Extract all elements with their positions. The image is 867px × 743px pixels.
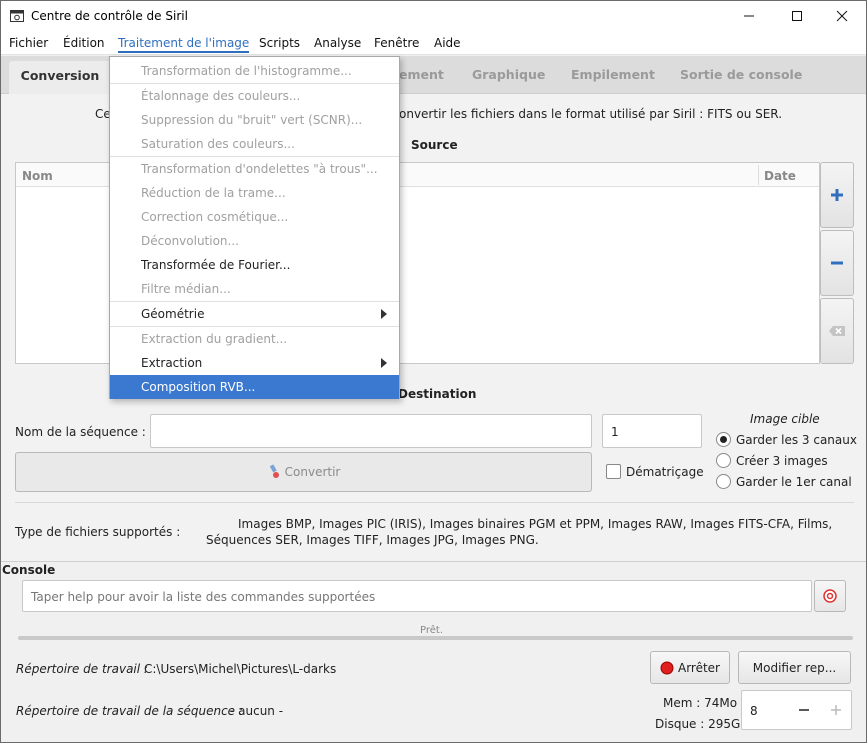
menu-item-deconvolution[interactable]: Déconvolution... xyxy=(110,229,399,253)
menu-item-scnr[interactable]: Suppression du "bruit" vert (SCNR)... xyxy=(110,108,399,132)
menu-fenetre[interactable]: Fenêtre xyxy=(374,36,419,50)
minimize-icon xyxy=(744,15,754,17)
add-files-button[interactable] xyxy=(820,162,854,228)
workdir-value: C:\Users\Michel\Pictures\L-darks xyxy=(144,662,337,676)
command-placeholder: Taper help pour avoir la liste des comma… xyxy=(31,590,376,604)
console-help-button[interactable] xyxy=(814,580,846,612)
menu-item-saturation[interactable]: Saturation des couleurs... xyxy=(110,132,399,156)
radio-keep-3-channels[interactable] xyxy=(716,432,731,447)
lifebuoy-icon xyxy=(823,589,837,603)
start-index-input[interactable]: 1 xyxy=(602,414,702,448)
tab-empilement[interactable]: Empilement xyxy=(571,67,655,82)
console-area: Console Taper help pour avoir la liste d… xyxy=(1,561,866,742)
menu-bar: Fichier Édition Traitement de l'image Sc… xyxy=(1,31,866,55)
column-name-header[interactable]: Nom xyxy=(22,169,53,183)
maximize-button[interactable] xyxy=(774,1,820,31)
modify-dir-button[interactable]: Modifier rep... xyxy=(738,651,851,684)
radio-create-3-images-label: Créer 3 images xyxy=(736,454,828,468)
column-date-header[interactable]: Date xyxy=(764,169,796,183)
disk-usage: Disque : 295G xyxy=(655,717,741,731)
menu-item-extraction[interactable]: Extraction xyxy=(110,351,399,375)
command-input[interactable]: Taper help pour avoir la liste des comma… xyxy=(22,580,812,612)
tab-sortie-console[interactable]: Sortie de console xyxy=(680,67,802,82)
window-title: Centre de contrôle de Siril xyxy=(31,9,188,23)
intro-text-right: onvertir les fichiers dans le format uti… xyxy=(399,107,783,121)
source-title: Source xyxy=(411,138,458,152)
remove-file-button[interactable] xyxy=(820,230,854,296)
target-image-title: Image cible xyxy=(750,412,820,426)
menu-item-wavelets[interactable]: Transformation d'ondelettes "à trous"... xyxy=(110,157,399,181)
maximize-icon xyxy=(792,11,802,21)
menu-item-cosmetic-correction[interactable]: Correction cosmétique... xyxy=(110,205,399,229)
radio-create-3-images[interactable] xyxy=(716,453,731,468)
menu-item-histogram[interactable]: Transformation de l'histogramme... xyxy=(110,59,399,83)
submenu-arrow-icon xyxy=(381,309,387,319)
memory-usage: Mem : 74Mo xyxy=(663,696,738,710)
minus-icon xyxy=(831,261,843,265)
menu-traitement-image[interactable]: Traitement de l'image xyxy=(118,36,250,53)
threads-value: 8 xyxy=(750,704,758,718)
menu-item-median-filter[interactable]: Filtre médian... xyxy=(110,277,399,301)
menu-scripts[interactable]: Scripts xyxy=(259,36,300,50)
seq-workdir-value: - aucun - xyxy=(230,704,284,718)
column-divider xyxy=(758,165,759,185)
menu-item-color-calibration[interactable]: Étalonnage des couleurs... xyxy=(110,84,399,108)
menu-item-fourier[interactable]: Transformée de Fourier... xyxy=(110,253,399,277)
sequence-name-input[interactable] xyxy=(150,414,592,448)
close-icon xyxy=(836,10,848,22)
modify-dir-label: Modifier rep... xyxy=(752,660,837,675)
title-bar: Centre de contrôle de Siril xyxy=(1,1,866,31)
tab-pretraitement[interactable]: ement xyxy=(399,67,444,82)
minimize-button[interactable] xyxy=(726,1,772,31)
backspace-icon xyxy=(829,326,845,336)
convert-button[interactable]: Convertir xyxy=(15,452,592,492)
menu-fichier[interactable]: Fichier xyxy=(9,36,48,50)
debayer-checkbox[interactable] xyxy=(606,464,621,479)
menu-item-gradient-extraction[interactable]: Extraction du gradient... xyxy=(110,327,399,351)
menu-item-extraction-label: Extraction xyxy=(141,356,203,370)
menu-item-geometry-label: Géométrie xyxy=(141,307,205,321)
console-title: Console xyxy=(2,563,56,577)
minus-icon xyxy=(799,709,809,711)
workdir-label: Répertoire de travail : xyxy=(16,662,148,676)
menu-aide[interactable]: Aide xyxy=(434,36,461,50)
supported-types-label: Type de fichiers supportés : xyxy=(15,525,181,539)
divider xyxy=(15,502,854,503)
submenu-arrow-icon xyxy=(381,358,387,368)
threads-increment[interactable] xyxy=(820,691,852,729)
radio-keep-first-channel-label: Garder le 1er canal xyxy=(736,475,852,489)
tab-graphique[interactable]: Graphique xyxy=(472,67,545,82)
plus-icon xyxy=(831,705,841,715)
debayer-label: Dématriçage xyxy=(626,465,704,479)
convert-label: Convertir xyxy=(284,465,341,479)
stop-icon xyxy=(660,661,674,674)
threads-spinner[interactable]: 8 xyxy=(741,690,852,730)
supported-types-line2: Séquences SER, Images TIFF, Images JPG, … xyxy=(206,533,539,547)
convert-icon xyxy=(269,464,279,478)
tab-conversion[interactable]: Conversion xyxy=(9,61,111,94)
plus-icon xyxy=(831,189,843,201)
main-window: Centre de contrôle de Siril Fichier Édit… xyxy=(0,0,867,743)
sequence-name-label: Nom de la séquence : xyxy=(15,425,146,439)
progress-bar xyxy=(18,636,853,640)
clear-list-button[interactable] xyxy=(820,298,854,364)
start-index-value: 1 xyxy=(611,425,619,439)
radio-keep-first-channel[interactable] xyxy=(716,474,731,489)
menu-item-geometry[interactable]: Géométrie xyxy=(110,302,399,326)
supported-types-line1: Images BMP, Images PIC (IRIS), Images bi… xyxy=(238,517,833,531)
stop-button[interactable]: Arrêter xyxy=(650,651,730,684)
threads-decrement[interactable] xyxy=(788,691,820,729)
menu-item-banding-reduction[interactable]: Réduction de la trame... xyxy=(110,181,399,205)
image-processing-menu: Transformation de l'histogramme... Étalo… xyxy=(109,56,400,399)
seq-workdir-label: Répertoire de travail de la séquence : xyxy=(16,704,243,718)
close-button[interactable] xyxy=(819,1,865,31)
stop-label: Arrêter xyxy=(677,660,720,675)
status-text: Prêt. xyxy=(420,625,443,636)
menu-analyse[interactable]: Analyse xyxy=(314,36,361,50)
app-icon xyxy=(10,10,24,22)
menu-edition[interactable]: Édition xyxy=(63,36,105,50)
menu-item-rgb-composition[interactable]: Composition RVB... xyxy=(110,375,399,399)
radio-keep-3-channels-label: Garder les 3 canaux xyxy=(736,433,857,447)
destination-title: Destination xyxy=(398,387,477,401)
